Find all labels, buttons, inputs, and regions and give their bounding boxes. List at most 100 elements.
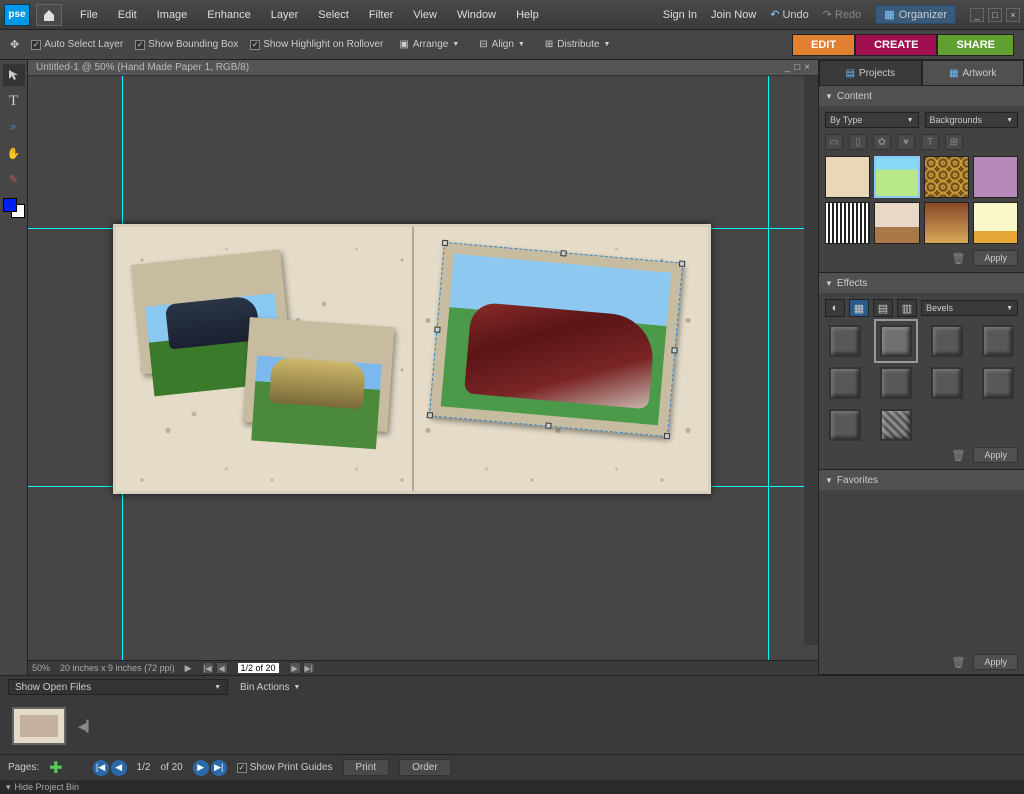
- hand-tool[interactable]: ✋: [3, 142, 25, 164]
- doc-minimize-button[interactable]: _: [785, 62, 791, 73]
- bg-thumb[interactable]: [825, 156, 870, 198]
- document-tab[interactable]: Untitled-1 @ 50% (Hand Made Paper 1, RGB…: [28, 60, 818, 76]
- canvas[interactable]: [28, 76, 818, 660]
- bin-thumbnail[interactable]: [12, 707, 66, 745]
- menu-select[interactable]: Select: [312, 6, 355, 24]
- bevel-thumb[interactable]: [982, 325, 1014, 357]
- menu-file[interactable]: File: [74, 6, 104, 24]
- minimize-button[interactable]: _: [970, 8, 984, 22]
- align-dropdown[interactable]: ⊟Align▼: [475, 37, 529, 52]
- bevel-thumb[interactable]: [931, 367, 963, 399]
- last-page-button[interactable]: ▶|: [303, 662, 315, 674]
- next-page-button[interactable]: ▶: [193, 760, 209, 776]
- fx-filters-icon[interactable]: ◐: [825, 299, 845, 317]
- menu-help[interactable]: Help: [510, 6, 545, 24]
- doc-close-button[interactable]: ×: [804, 62, 810, 73]
- vertical-scrollbar[interactable]: [804, 76, 818, 645]
- photo-3-selected[interactable]: [429, 242, 683, 437]
- artwork-tab[interactable]: ▦Artwork: [922, 60, 1024, 86]
- bin-scroll-icon[interactable]: ◀▎: [78, 720, 95, 733]
- fx-styles-icon[interactable]: ▦: [849, 299, 869, 317]
- close-button[interactable]: ×: [1006, 8, 1020, 22]
- filter-frames-icon[interactable]: ▯: [849, 134, 867, 150]
- bevel-thumb[interactable]: [829, 409, 861, 441]
- doc-maximize-button[interactable]: □: [794, 62, 800, 73]
- filter-text-icon[interactable]: T: [921, 134, 939, 150]
- redo-button[interactable]: ↷ Redo: [823, 8, 862, 21]
- bg-thumb[interactable]: [825, 202, 870, 244]
- filter-more-icon[interactable]: ⊞: [945, 134, 963, 150]
- print-button[interactable]: Print: [343, 759, 390, 776]
- bg-thumb[interactable]: [924, 202, 969, 244]
- filter-all-icon[interactable]: ▭: [825, 134, 843, 150]
- menu-image[interactable]: Image: [151, 6, 194, 24]
- eyedropper-tool[interactable]: ✎: [3, 168, 25, 190]
- undo-button[interactable]: ↶ Undo: [770, 8, 809, 21]
- bin-actions-dropdown[interactable]: Bin Actions▼: [240, 682, 300, 693]
- share-mode-button[interactable]: SHARE: [937, 34, 1014, 56]
- collapse-icon[interactable]: ▾: [6, 782, 11, 793]
- bin-filter-select[interactable]: Show Open Files▼: [8, 679, 228, 695]
- effects-header[interactable]: ▼Effects: [819, 273, 1024, 293]
- bevel-thumb[interactable]: [931, 325, 963, 357]
- fx-effects-icon[interactable]: ▤: [873, 299, 893, 317]
- last-page-button[interactable]: ▶|: [211, 760, 227, 776]
- show-highlight-checkbox[interactable]: ✓Show Highlight on Rollover: [250, 39, 383, 50]
- menu-view[interactable]: View: [407, 6, 443, 24]
- selection-handle[interactable]: [560, 250, 567, 257]
- selection-handle[interactable]: [434, 326, 441, 333]
- bevel-thumb[interactable]: [829, 367, 861, 399]
- effects-type-select[interactable]: Bevels▼: [921, 300, 1018, 316]
- effects-apply-button[interactable]: Apply: [973, 447, 1018, 463]
- bg-thumb[interactable]: [924, 156, 969, 198]
- order-button[interactable]: Order: [399, 759, 451, 776]
- filter-category-select[interactable]: Backgrounds▼: [925, 112, 1019, 128]
- maximize-button[interactable]: □: [988, 8, 1002, 22]
- selection-handle[interactable]: [671, 347, 678, 354]
- bevel-thumb[interactable]: [829, 325, 861, 357]
- selection-handle[interactable]: [545, 422, 552, 429]
- page-indicator[interactable]: 1/2 of 20: [238, 663, 279, 673]
- selection-handle[interactable]: [664, 433, 671, 440]
- bg-thumb-selected[interactable]: [874, 156, 919, 198]
- chevron-right-icon[interactable]: ▶: [185, 663, 192, 674]
- distribute-dropdown[interactable]: ⊞Distribute▼: [541, 37, 615, 52]
- projects-tab[interactable]: ▤Projects: [819, 60, 922, 86]
- text-tool[interactable]: T: [3, 90, 25, 112]
- trash-icon[interactable]: 🗑: [952, 656, 966, 669]
- content-header[interactable]: ▼Content: [819, 86, 1024, 106]
- show-bbox-checkbox[interactable]: ✓Show Bounding Box: [135, 39, 238, 50]
- move-tool[interactable]: [3, 64, 25, 86]
- filter-favorites-icon[interactable]: ♥: [897, 134, 915, 150]
- filter-by-select[interactable]: By Type▼: [825, 112, 919, 128]
- prev-page-button[interactable]: ◀: [111, 760, 127, 776]
- menu-window[interactable]: Window: [451, 6, 502, 24]
- prev-page-button[interactable]: ◀: [216, 662, 228, 674]
- print-guides-checkbox[interactable]: ✓Show Print Guides: [237, 762, 333, 773]
- auto-select-checkbox[interactable]: ✓Auto Select Layer: [31, 39, 123, 50]
- bevel-thumb[interactable]: [880, 409, 912, 441]
- favorites-apply-button[interactable]: Apply: [973, 654, 1018, 670]
- selection-handle[interactable]: [679, 260, 686, 267]
- menu-layer[interactable]: Layer: [265, 6, 305, 24]
- menu-enhance[interactable]: Enhance: [201, 6, 256, 24]
- bg-thumb[interactable]: [973, 156, 1018, 198]
- menu-filter[interactable]: Filter: [363, 6, 399, 24]
- trash-icon[interactable]: 🗑: [952, 449, 966, 462]
- first-page-button[interactable]: |◀: [202, 662, 214, 674]
- selection-handle[interactable]: [442, 240, 449, 247]
- filter-graphics-icon[interactable]: ✿: [873, 134, 891, 150]
- arrange-dropdown[interactable]: ▣Arrange▼: [395, 37, 463, 52]
- first-page-button[interactable]: |◀: [93, 760, 109, 776]
- zoom-tool[interactable]: ⌕: [3, 116, 25, 138]
- zoom-level[interactable]: 50%: [32, 663, 50, 673]
- bevel-thumb[interactable]: [880, 367, 912, 399]
- edit-mode-button[interactable]: EDIT: [792, 34, 855, 56]
- bevel-thumb-selected[interactable]: [880, 325, 912, 357]
- content-apply-button[interactable]: Apply: [973, 250, 1018, 266]
- add-page-button[interactable]: ✚: [49, 758, 62, 778]
- favorites-header[interactable]: ▼Favorites: [819, 470, 1024, 490]
- fx-all-icon[interactable]: ▥: [897, 299, 917, 317]
- photo-2[interactable]: [243, 317, 395, 432]
- color-swatch[interactable]: [3, 198, 25, 218]
